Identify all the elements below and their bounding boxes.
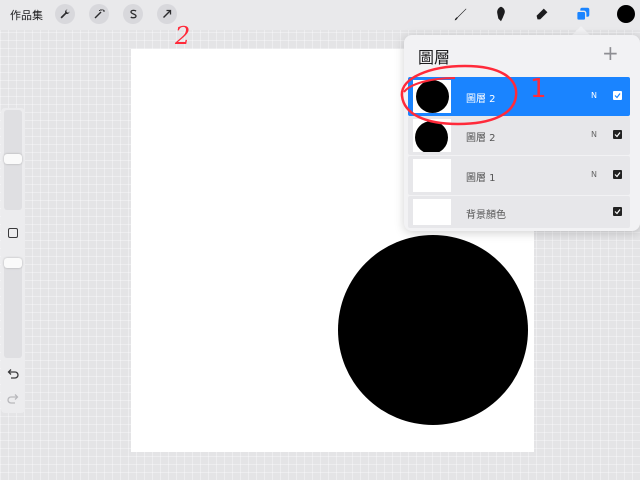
annotation-number-1: 1 [530,74,547,104]
annotation-overlay [400,64,518,126]
annotation-number-2: 2 [175,22,191,50]
annotation-ellipse [400,64,518,126]
